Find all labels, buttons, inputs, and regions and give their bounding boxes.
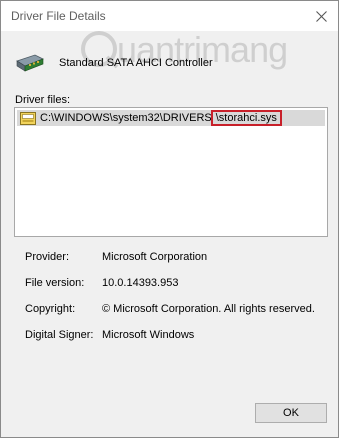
file-path-prefix: C:\WINDOWS\system32\DRIVERS — [40, 112, 212, 124]
driver-file-icon — [20, 111, 36, 125]
device-name: Standard SATA AHCI Controller — [59, 57, 213, 69]
ok-button[interactable]: OK — [255, 403, 327, 423]
file-version-value: 10.0.14393.953 — [102, 277, 179, 289]
driver-files-list[interactable]: C:\WINDOWS\system32\DRIVERS \storahci.sys — [14, 107, 328, 237]
digital-signer-value: Microsoft Windows — [102, 329, 195, 341]
driver-files-label: Driver files: — [15, 94, 71, 106]
file-version-label: File version: — [25, 277, 85, 289]
digital-signer-label: Digital Signer: — [25, 329, 94, 341]
close-icon — [315, 10, 327, 22]
provider-label: Provider: — [25, 251, 70, 263]
close-button[interactable] — [304, 1, 338, 31]
storage-controller-icon — [16, 54, 44, 72]
window-title: Driver File Details — [11, 9, 106, 23]
file-name-highlight: \storahci.sys — [210, 110, 282, 126]
copyright-value: © Microsoft Corporation. All rights rese… — [102, 303, 315, 315]
title-bar: Driver File Details — [1, 1, 338, 31]
list-item[interactable]: C:\WINDOWS\system32\DRIVERS \storahci.sys — [17, 110, 325, 126]
driver-file-path: C:\WINDOWS\system32\DRIVERS \storahci.sys — [40, 110, 282, 126]
provider-value: Microsoft Corporation — [102, 251, 208, 263]
driver-file-details-dialog: Driver File Details uantrimang Standard … — [0, 0, 339, 438]
copyright-label: Copyright: — [25, 303, 76, 315]
